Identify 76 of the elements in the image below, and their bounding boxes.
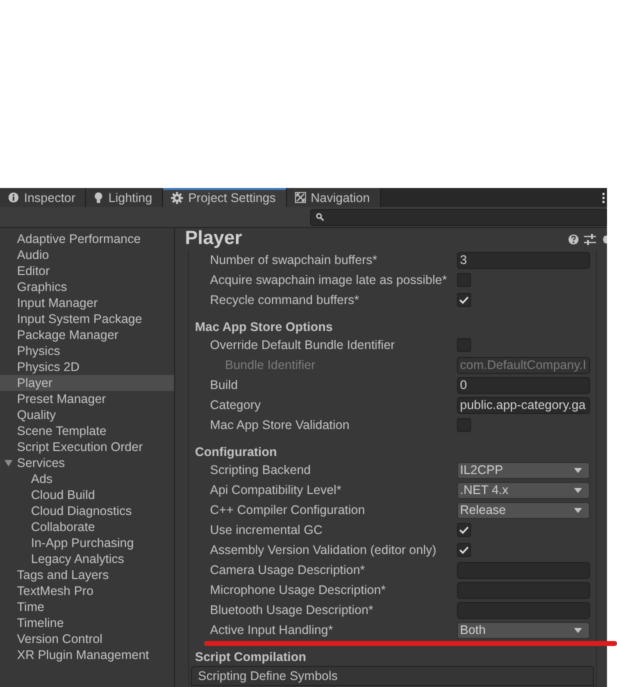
sidebar-item[interactable]: Tags and Layers	[0, 567, 174, 583]
sidebar-item[interactable]: Ads	[0, 471, 174, 487]
sidebar-item[interactable]: Collaborate	[0, 519, 174, 535]
field-label: Microphone Usage Description*	[209, 583, 386, 597]
field-label: Mac App Store Validation	[209, 418, 350, 432]
sidebar-item[interactable]: Scene Template	[0, 423, 174, 439]
expand-triangle-icon[interactable]	[4, 459, 13, 467]
sidebar-item[interactable]: Input System Package	[0, 311, 174, 327]
lightbulb-icon	[94, 192, 104, 204]
tab[interactable]: Navigation	[286, 188, 381, 207]
dropdown-arrow-icon	[574, 468, 582, 472]
sidebar-item[interactable]: Legacy Analytics	[0, 551, 174, 567]
section-heading: Script Compilation	[195, 649, 306, 665]
dropdown-arrow-icon	[574, 508, 582, 512]
field-label: Assembly Version Validation (editor only)	[209, 543, 436, 557]
dropdown-arrow-icon	[574, 628, 582, 632]
section-heading: Mac App Store Options	[195, 319, 333, 335]
field-label: Use incremental GC	[209, 523, 323, 537]
search-icon	[316, 213, 324, 221]
field-label: Category	[209, 398, 261, 412]
info-icon	[8, 192, 19, 203]
field-label: Build	[209, 378, 238, 392]
tab[interactable]: Inspector	[0, 188, 86, 207]
sidebar-item[interactable]: Graphics	[0, 279, 174, 295]
search-field[interactable]	[310, 208, 607, 226]
sidebar-item[interactable]: Adaptive Performance	[0, 231, 174, 247]
dropdown[interactable]: IL2CPP	[457, 462, 590, 478]
field-label: Active Input Handling*	[209, 623, 333, 637]
sidebar-item[interactable]: Version Control	[0, 631, 174, 647]
dropdown[interactable]: Release	[457, 502, 590, 518]
section-heading: Configuration	[195, 444, 277, 460]
sidebar-item[interactable]: XR Plugin Management	[0, 647, 174, 663]
field-label: Override Default Bundle Identifier	[209, 338, 395, 352]
sidebar-item[interactable]: Cloud Build	[0, 487, 174, 503]
sidebar-item[interactable]: Preset Manager	[0, 391, 174, 407]
field-label: Recycle command buffers*	[209, 293, 360, 307]
sidebar-item[interactable]: Player	[0, 375, 174, 391]
sidebar-item[interactable]: TextMesh Pro	[0, 583, 174, 599]
tab[interactable]: Lighting	[86, 188, 164, 207]
field-label: Bundle Identifier	[224, 358, 316, 372]
sidebar-item[interactable]: Cloud Diagnostics	[0, 503, 174, 519]
checkbox[interactable]	[457, 293, 471, 307]
sidebar-item[interactable]: Physics	[0, 343, 174, 359]
sidebar-item[interactable]: Input Manager	[0, 295, 174, 311]
sidebar-item[interactable]: Services	[0, 455, 174, 471]
field-label: Number of swapchain buffers*	[209, 253, 378, 267]
text-field[interactable]: 0	[457, 376, 590, 394]
dropdown[interactable]: Both	[457, 622, 590, 638]
more-options-icon[interactable]	[602, 192, 605, 204]
field-label: Acquire swapchain image late as possible*	[209, 273, 447, 287]
sidebar-item[interactable]: Script Execution Order	[0, 439, 174, 455]
sidebar-item[interactable]: Editor	[0, 263, 174, 279]
sidebar-item[interactable]: Audio	[0, 247, 174, 263]
text-field[interactable]: 3	[457, 252, 590, 268]
sidebar-item[interactable]: In-App Purchasing	[0, 535, 174, 551]
help-icon[interactable]	[568, 234, 579, 244]
text-field[interactable]: public.app-category.ga	[457, 396, 590, 414]
dropdown[interactable]: .NET 4.x	[457, 482, 590, 498]
sidebar-item[interactable]: Physics 2D	[0, 359, 174, 375]
checkbox[interactable]	[457, 523, 471, 537]
checkbox[interactable]	[457, 543, 471, 557]
sidebar-item[interactable]: Timeline	[0, 615, 174, 631]
navigation-arrows-icon	[294, 192, 306, 203]
sidebar-item[interactable]: Time	[0, 599, 174, 615]
field-label: Api Compatibility Level*	[209, 483, 342, 497]
field-label: Bluetooth Usage Description*	[209, 603, 374, 617]
dropdown-arrow-icon	[574, 488, 582, 492]
tab[interactable]: Project Settings	[163, 188, 287, 207]
sliders-icon[interactable]	[584, 234, 596, 244]
sidebar-item[interactable]: Quality	[0, 407, 174, 423]
field-label: Camera Usage Description*	[209, 563, 365, 577]
list-header[interactable]: Scripting Define Symbols	[191, 666, 594, 686]
sidebar-item[interactable]: Package Manager	[0, 327, 174, 343]
field-label: C++ Compiler Configuration	[209, 503, 365, 517]
page-title: Player	[185, 228, 242, 250]
field-label: Scripting Backend	[209, 463, 311, 477]
